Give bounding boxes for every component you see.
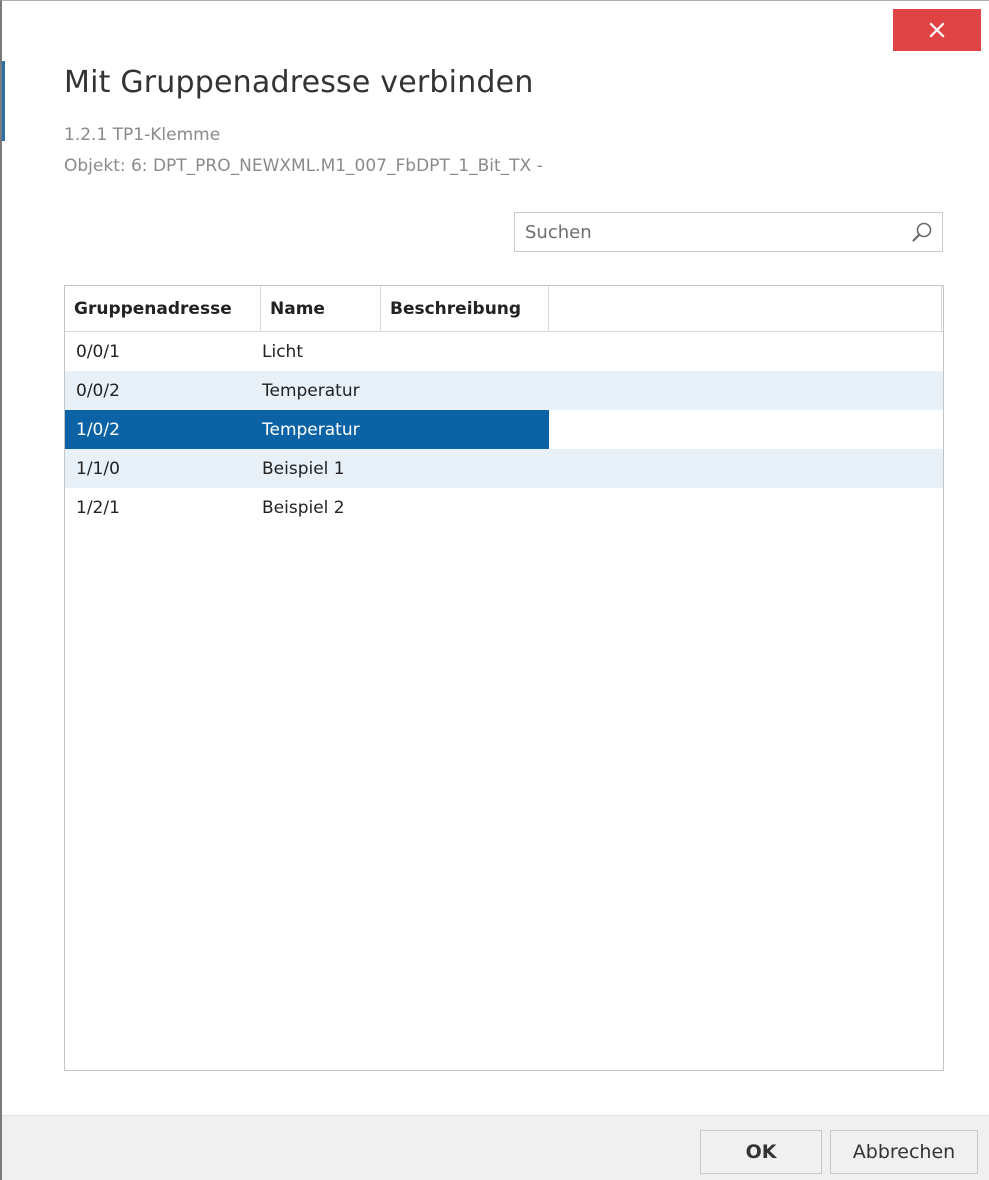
column-header-gruppenadresse[interactable]: Gruppenadresse: [65, 286, 261, 331]
dialog-footer: OK Abbrechen: [2, 1115, 989, 1180]
group-address-table: Gruppenadresse Name Beschreibung 0/0/1 L…: [64, 285, 944, 1071]
table-header: Gruppenadresse Name Beschreibung: [65, 286, 943, 332]
column-header-empty: [549, 286, 942, 331]
table-row[interactable]: 0/0/1 Licht: [65, 332, 943, 371]
dialog-window: Mit Gruppenadresse verbinden 1.2.1 TP1-K…: [0, 0, 989, 1180]
cancel-button[interactable]: Abbrechen: [830, 1130, 978, 1174]
cell-address: 1/1/0: [76, 458, 120, 479]
table-row[interactable]: 0/0/2 Temperatur: [65, 371, 943, 410]
column-header-name[interactable]: Name: [261, 286, 381, 331]
close-button[interactable]: [893, 9, 981, 51]
cell-name: Licht: [262, 341, 303, 362]
table-row-selected[interactable]: 1/0/2 Temperatur: [65, 410, 943, 449]
cell-name: Temperatur: [262, 380, 360, 401]
search-icon[interactable]: [902, 213, 942, 251]
cell-address: 1/2/1: [76, 497, 120, 518]
cell-address: 0/0/1: [76, 341, 120, 362]
device-label: 1.2.1 TP1-Klemme: [64, 125, 221, 145]
dialog-title: Mit Gruppenadresse verbinden: [64, 65, 534, 100]
table-row[interactable]: 1/2/1 Beispiel 2: [65, 488, 943, 527]
cell-name: Beispiel 2: [262, 497, 345, 518]
ok-button[interactable]: OK: [700, 1130, 822, 1174]
cell-name: Beispiel 1: [262, 458, 345, 479]
object-label: Objekt: 6: DPT_PRO_NEWXML.M1_007_FbDPT_1…: [64, 156, 543, 176]
cell-name: Temperatur: [262, 419, 360, 440]
cell-address: 1/0/2: [76, 419, 120, 440]
table-row[interactable]: 1/1/0 Beispiel 1: [65, 449, 943, 488]
close-icon: [929, 22, 945, 38]
search-box: [514, 212, 943, 252]
window-edge-accent: [2, 61, 5, 141]
column-header-beschreibung[interactable]: Beschreibung: [381, 286, 549, 331]
cell-address: 0/0/2: [76, 380, 120, 401]
search-input[interactable]: [515, 213, 902, 251]
